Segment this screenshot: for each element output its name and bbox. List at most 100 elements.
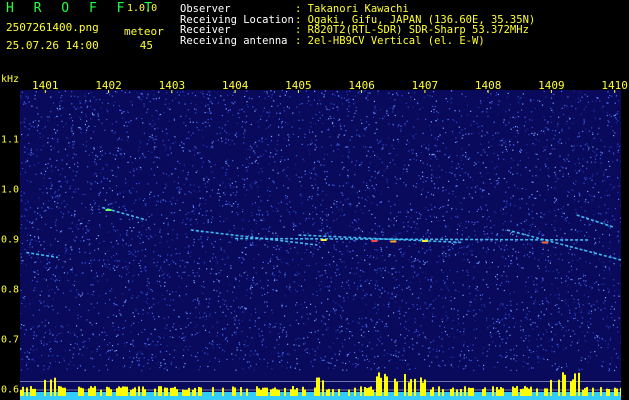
detection-bar xyxy=(332,389,334,396)
detection-bar xyxy=(126,386,128,396)
detection-bar xyxy=(188,387,190,396)
file-name: 2507261400.png xyxy=(6,21,99,34)
detection-bar xyxy=(276,389,278,396)
detection-bar xyxy=(516,386,518,396)
detection-bar xyxy=(264,387,266,396)
detection-bar xyxy=(122,386,124,396)
detection-bar xyxy=(420,377,422,396)
detection-bar xyxy=(176,389,178,396)
detection-bar xyxy=(498,389,500,396)
detection-bar xyxy=(138,386,140,396)
hrofft-spectrogram-window: H R O F F T 1.0.0 2507261400.png 25.07.2… xyxy=(0,0,629,400)
detection-bar xyxy=(500,387,502,396)
station-info: Observer: Takanori Kawachi Receiving Loc… xyxy=(180,4,535,46)
detection-bar xyxy=(256,386,258,396)
detection-bar xyxy=(600,387,602,396)
detection-bar xyxy=(422,382,424,396)
detection-bar xyxy=(408,382,410,396)
detection-bar xyxy=(380,377,382,396)
detection-bar xyxy=(452,387,454,396)
detection-bar xyxy=(132,388,134,396)
info-value: : 2el-HB9CV Vertical (el. E-W) xyxy=(295,34,485,47)
detection-bar xyxy=(278,389,280,396)
detection-bar xyxy=(318,377,320,396)
app-version: 1.0.0 xyxy=(127,3,158,14)
date-time: 25.07.26 14:00 xyxy=(6,39,99,52)
detection-bar xyxy=(482,389,484,396)
detection-bar xyxy=(410,379,412,396)
detection-bar xyxy=(526,387,528,396)
detection-bar xyxy=(172,387,174,396)
detection-bar xyxy=(262,387,264,396)
detection-bar xyxy=(372,389,374,396)
detection-bar xyxy=(120,387,122,396)
detection-bar xyxy=(582,389,584,396)
header-panel: H R O F F T 1.0.0 2507261400.png 25.07.2… xyxy=(0,0,629,74)
detection-bar xyxy=(116,388,118,396)
detection-bar xyxy=(354,387,356,396)
detection-bar xyxy=(130,390,132,396)
detection-bar xyxy=(44,379,46,396)
info-label: Receiver xyxy=(180,24,231,36)
spectrogram-svg xyxy=(20,90,621,400)
detection-bar xyxy=(160,386,162,396)
detection-bar xyxy=(570,381,572,396)
detection-bar xyxy=(524,386,526,396)
detection-bar xyxy=(460,389,462,396)
info-row-antenna: Receiving antenna: 2el-HB9CV Vertical (e… xyxy=(180,34,535,47)
detection-bar xyxy=(572,379,574,396)
echo-hotspot xyxy=(105,209,112,211)
detection-bar xyxy=(274,387,276,396)
detection-bar xyxy=(484,387,486,396)
detection-bar xyxy=(302,386,304,396)
detection-bar xyxy=(370,386,372,396)
detection-bar xyxy=(464,386,466,396)
detection-bar xyxy=(100,389,102,396)
detection-bar xyxy=(108,387,110,396)
detection-bar xyxy=(166,387,168,396)
detection-bar xyxy=(154,388,156,396)
y-axis-unit: kHz xyxy=(1,74,20,85)
detection-bar xyxy=(34,388,36,396)
detection-bar xyxy=(92,387,94,396)
detection-bar xyxy=(234,387,236,396)
detection-bar xyxy=(520,389,522,396)
detection-bar xyxy=(514,387,516,396)
detection-bar xyxy=(88,388,90,396)
detection-bar xyxy=(294,389,296,396)
detection-bar xyxy=(292,386,294,396)
detection-bar xyxy=(182,389,184,396)
detection-bar xyxy=(26,387,28,396)
meteor-label: meteor xyxy=(124,25,164,38)
detection-bar xyxy=(562,372,564,396)
detection-bar xyxy=(606,388,608,396)
detection-bar xyxy=(94,386,96,396)
detection-bar xyxy=(614,387,616,396)
detection-bar xyxy=(170,387,172,396)
detection-bar xyxy=(30,386,32,396)
detection-bar xyxy=(90,386,92,396)
detection-bar xyxy=(348,389,350,396)
detection-bar xyxy=(54,377,56,396)
detection-bar xyxy=(290,389,292,396)
detection-bar xyxy=(550,379,552,396)
detection-bar xyxy=(492,386,494,396)
detection-bar xyxy=(198,387,200,396)
y-tick-label: 1.1 xyxy=(1,134,20,146)
y-tick-label: 1.0 xyxy=(1,184,20,196)
detection-bar xyxy=(368,387,370,396)
detection-bar xyxy=(432,387,434,396)
detection-bar xyxy=(386,376,388,396)
detection-bar xyxy=(620,387,621,396)
detection-bar xyxy=(164,387,166,396)
detection-bar xyxy=(246,388,248,396)
y-tick-label: 0.7 xyxy=(1,334,20,346)
detection-bar xyxy=(586,387,588,396)
detection-bar xyxy=(22,386,24,396)
detection-bar xyxy=(82,388,84,396)
echo-hotspot xyxy=(390,240,397,243)
detection-bar xyxy=(438,386,440,396)
detection-bar xyxy=(326,389,328,396)
detection-bar xyxy=(60,386,62,396)
detection-bar xyxy=(338,389,340,396)
